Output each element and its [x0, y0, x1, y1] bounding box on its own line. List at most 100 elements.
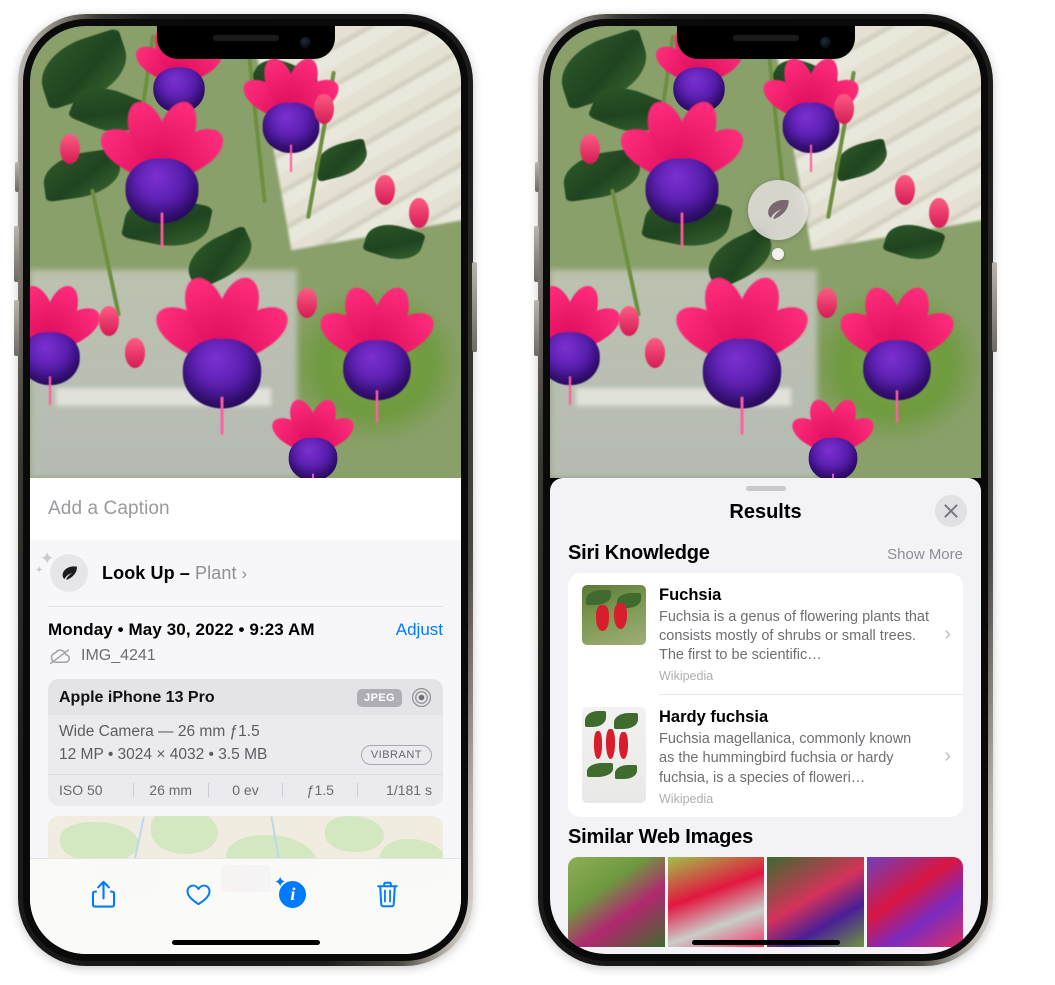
- flower-bud: [374, 175, 395, 206]
- fuchsia-blossom: [30, 281, 106, 406]
- iphone-left: Add a Caption ✦ ✦ Look Up – Plant › Mond…: [14, 14, 477, 966]
- notch: [676, 26, 855, 59]
- show-more-button[interactable]: Show More: [887, 546, 963, 563]
- photographic-style-badge: VIBRANT: [360, 745, 432, 765]
- photo-info-sheet: Add a Caption ✦ ✦ Look Up – Plant › Mond…: [30, 478, 461, 954]
- adjust-button[interactable]: Adjust: [396, 620, 443, 640]
- similar-image-thumb[interactable]: [667, 856, 764, 947]
- caption-placeholder: Add a Caption: [48, 498, 170, 519]
- volume-down-button[interactable]: [534, 300, 539, 356]
- look-up-label: Look Up – Plant ›: [102, 563, 247, 584]
- similar-image-thumb[interactable]: [568, 856, 665, 947]
- camera-card-body: Wide Camera — 26 mm ƒ1.5 12 MP • 3024 × …: [48, 715, 443, 774]
- silence-switch[interactable]: [535, 162, 539, 192]
- icloud-off-icon: [49, 648, 71, 664]
- flower-bud: [124, 337, 145, 368]
- knowledge-title: Fuchsia: [659, 586, 722, 604]
- notch: [156, 26, 335, 59]
- knowledge-body: Fuchsia Fuchsia is a genus of flowering …: [659, 585, 929, 683]
- exif-iso: ISO 50: [59, 782, 103, 798]
- raw-circle-icon[interactable]: [411, 687, 432, 708]
- photo-date: Monday • May 30, 2022 • 9:23 AM: [48, 620, 315, 639]
- knowledge-thumbnail: [582, 707, 646, 804]
- date-block: Monday • May 30, 2022 • 9:23 AM Adjust I…: [30, 607, 461, 677]
- home-indicator[interactable]: [171, 940, 320, 945]
- flower-bud: [644, 337, 665, 368]
- photo-viewer[interactable]: [550, 26, 981, 478]
- similar-image-thumb[interactable]: [767, 856, 864, 947]
- section-title: Siri Knowledge: [568, 542, 710, 564]
- exif-shutter: 1/181 s: [386, 782, 432, 798]
- fuchsia-blossom: [550, 281, 626, 406]
- flower-bud: [894, 175, 915, 206]
- exif-ev: 0 ev: [232, 782, 259, 798]
- silence-switch[interactable]: [15, 162, 19, 192]
- phone-bezel-left: Add a Caption ✦ ✦ Look Up – Plant › Mond…: [23, 19, 468, 961]
- section-title: Similar Web Images: [568, 825, 753, 848]
- knowledge-source: Wikipedia: [659, 669, 714, 684]
- look-up-prefix: Look Up –: [102, 562, 196, 583]
- siri-knowledge-card: Fuchsia Fuchsia is a genus of flowering …: [568, 573, 963, 817]
- knowledge-description: Fuchsia magellanica, commonly known as t…: [659, 731, 912, 786]
- camera-card-header: Apple iPhone 13 Pro JPEG: [48, 679, 443, 715]
- camera-info-card[interactable]: Apple iPhone 13 Pro JPEG Wide Camera — 2…: [48, 679, 443, 806]
- caption-field[interactable]: Add a Caption: [30, 478, 461, 540]
- resolution-info: 12 MP • 3024 × 4032 • 3.5 MB: [59, 746, 268, 763]
- visual-look-up-anchor-dot: [772, 248, 784, 260]
- photo-viewer[interactable]: [30, 26, 461, 478]
- heart-icon: [186, 884, 211, 905]
- favorite-button[interactable]: [175, 873, 221, 915]
- info-button[interactable]: ✦ i: [270, 873, 316, 915]
- lens-info: Wide Camera — 26 mm ƒ1.5: [59, 723, 260, 740]
- exif-aperture: ƒ1.5: [306, 782, 334, 798]
- fuchsia-blossom: [612, 96, 751, 249]
- similar-image-thumb[interactable]: [866, 856, 963, 947]
- home-indicator[interactable]: [691, 940, 840, 945]
- earpiece-speaker: [212, 35, 279, 41]
- side-power-button[interactable]: [472, 262, 477, 352]
- iphone-right: Results Siri Knowledge Show More Fuchsia…: [534, 14, 997, 966]
- flower-bud: [98, 306, 119, 337]
- close-button[interactable]: [935, 495, 967, 527]
- front-camera-icon: [819, 37, 831, 48]
- device-name: Apple iPhone 13 Pro: [59, 688, 215, 706]
- fuchsia-blossom: [266, 396, 359, 478]
- chevron-right-icon: ›: [944, 622, 951, 645]
- flower-bud: [618, 306, 639, 337]
- earpiece-speaker: [732, 35, 799, 41]
- fuchsia-blossom: [786, 396, 879, 478]
- fuchsia-blossom: [92, 96, 231, 249]
- results-header: Results: [550, 491, 981, 533]
- fuchsia-blossom: [313, 282, 442, 423]
- file-name: IMG_4241: [81, 647, 156, 664]
- knowledge-title: Hardy fuchsia: [659, 708, 769, 727]
- results-panel: Results Siri Knowledge Show More Fuchsia…: [550, 478, 981, 954]
- leaf-icon: [768, 199, 789, 219]
- look-up-row[interactable]: ✦ ✦ Look Up – Plant ›: [30, 540, 461, 606]
- delete-button[interactable]: [365, 873, 411, 915]
- share-button[interactable]: [80, 873, 126, 915]
- knowledge-row[interactable]: Fuchsia Fuchsia is a genus of flowering …: [568, 573, 963, 694]
- knowledge-thumbnail: [582, 585, 646, 645]
- side-power-button[interactable]: [992, 262, 997, 352]
- close-icon: [944, 504, 958, 518]
- fuchsia-blossom: [668, 272, 817, 435]
- volume-up-button[interactable]: [14, 226, 19, 282]
- format-badge: JPEG: [357, 688, 402, 707]
- front-camera-icon: [299, 37, 311, 48]
- sparkle-icon: ✦: [273, 874, 287, 891]
- fuchsia-blossom: [833, 282, 962, 423]
- volume-down-button[interactable]: [14, 300, 19, 356]
- visual-look-up-badge[interactable]: [748, 180, 808, 240]
- leaf-icon: ✦ ✦: [35, 550, 88, 592]
- fuchsia-blossom: [148, 272, 297, 435]
- exif-row: ISO 50 26 mm 0 ev ƒ1.5 1/181 s: [48, 774, 443, 806]
- flower-bud: [929, 197, 950, 228]
- volume-up-button[interactable]: [534, 226, 539, 282]
- similar-web-images-header: Similar Web Images: [550, 817, 981, 857]
- knowledge-body: Hardy fuchsia Fuchsia magellanica, commo…: [659, 707, 929, 805]
- screen-right: Results Siri Knowledge Show More Fuchsia…: [550, 26, 981, 954]
- knowledge-row[interactable]: Hardy fuchsia Fuchsia magellanica, commo…: [568, 695, 963, 816]
- chevron-right-icon: ›: [944, 745, 951, 768]
- similar-web-images-grid[interactable]: [568, 856, 963, 947]
